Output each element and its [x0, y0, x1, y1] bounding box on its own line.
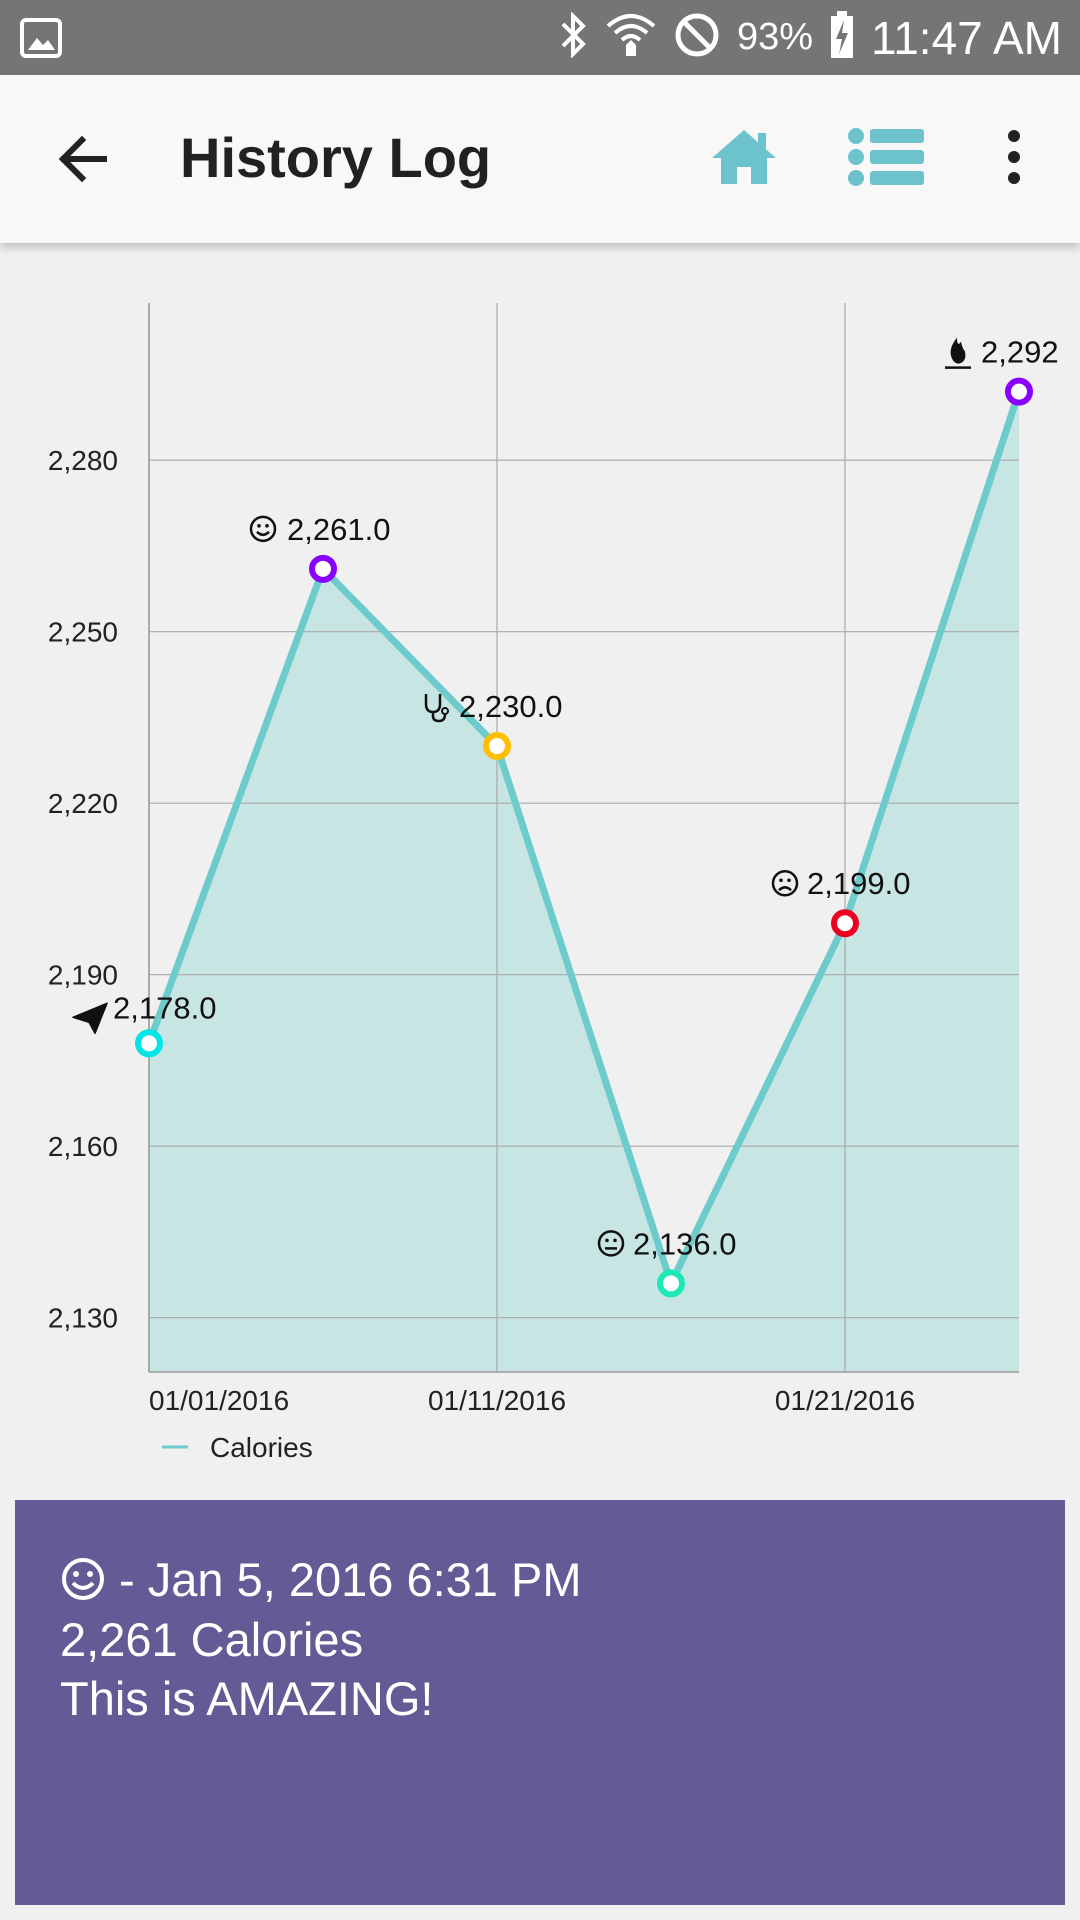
data-label: 2,230.0	[459, 689, 562, 724]
sad-face-icon	[771, 869, 799, 897]
y-tick-label: 2,250	[48, 617, 118, 648]
data-label: 2,199.0	[807, 866, 910, 901]
x-tick-label: 01/11/2016	[428, 1385, 566, 1416]
data-point-marker	[1005, 377, 1033, 406]
battery-percent: 93%	[736, 16, 814, 58]
entry-date: - Jan 5, 2016 6:31 PM	[106, 1553, 582, 1606]
page-title: History Log	[180, 126, 492, 189]
data-label: 2,261.0	[287, 512, 390, 547]
list-icon[interactable]	[848, 127, 926, 187]
battery-charging-icon	[829, 11, 855, 64]
fire-icon	[945, 337, 971, 369]
y-tick-label: 2,220	[48, 788, 118, 819]
entry-calories: 2,261 Calories	[60, 1613, 364, 1666]
y-tick-label: 2,190	[48, 960, 118, 991]
y-tick-label: 2,160	[48, 1131, 118, 1162]
entry-note: This is AMAZING!	[60, 1672, 434, 1725]
entry-detail-line1: - Jan 5, 2016 6:31 PM	[60, 1552, 582, 1607]
data-label: 2,136.0	[633, 1226, 736, 1261]
clock: 11:47 AM	[871, 11, 1062, 64]
entry-detail-panel[interactable]: - Jan 5, 2016 6:31 PM 2,261 Calories Thi…	[15, 1500, 1065, 1905]
status-bar: 93% 11:47 AM	[0, 0, 1080, 75]
wifi-icon	[605, 12, 657, 63]
bluetooth-icon	[559, 11, 589, 63]
data-point-marker	[483, 732, 511, 761]
do-not-disturb-icon	[673, 11, 721, 64]
data-point-marker	[831, 909, 859, 938]
data-point-marker	[135, 1029, 163, 1058]
x-tick-label: 01/21/2016	[775, 1385, 915, 1416]
app-bar: History Log	[0, 75, 1080, 243]
gallery-icon	[20, 18, 62, 63]
data-point-marker	[657, 1269, 685, 1298]
data-label: 2,292	[981, 335, 1059, 370]
legend-label-calories: Calories	[210, 1432, 313, 1463]
data-point-marker	[309, 554, 337, 583]
paper-plane-icon	[72, 1002, 108, 1035]
data-label: 2,178.0	[113, 990, 216, 1025]
calories-chart[interactable]: 2,130 2,160 2,190 2,220 2,250 2,280 01/01/2016…	[0, 243, 1080, 1493]
more-vert-icon[interactable]	[996, 127, 1032, 187]
y-tick-label: 2,130	[48, 1303, 118, 1334]
arrow-back-icon[interactable]	[52, 127, 116, 191]
x-tick-label: 01/01/2016	[149, 1385, 289, 1416]
smile-icon	[62, 1558, 104, 1600]
smile-icon	[249, 515, 277, 543]
y-tick-label: 2,280	[48, 445, 118, 476]
home-icon[interactable]	[710, 127, 778, 187]
